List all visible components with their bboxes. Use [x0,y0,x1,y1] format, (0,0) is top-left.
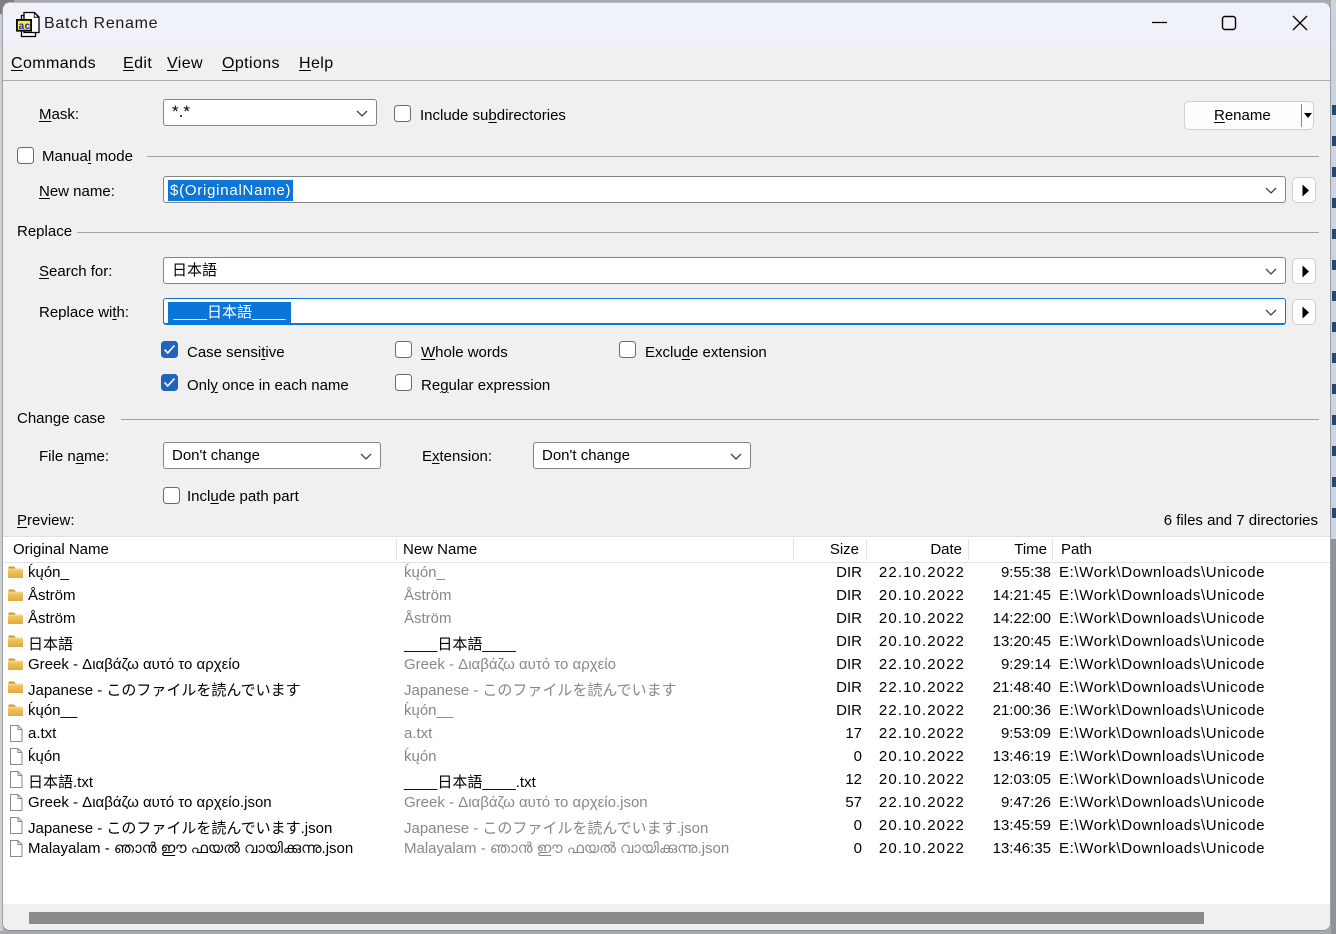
svg-text:c: c [25,21,31,32]
